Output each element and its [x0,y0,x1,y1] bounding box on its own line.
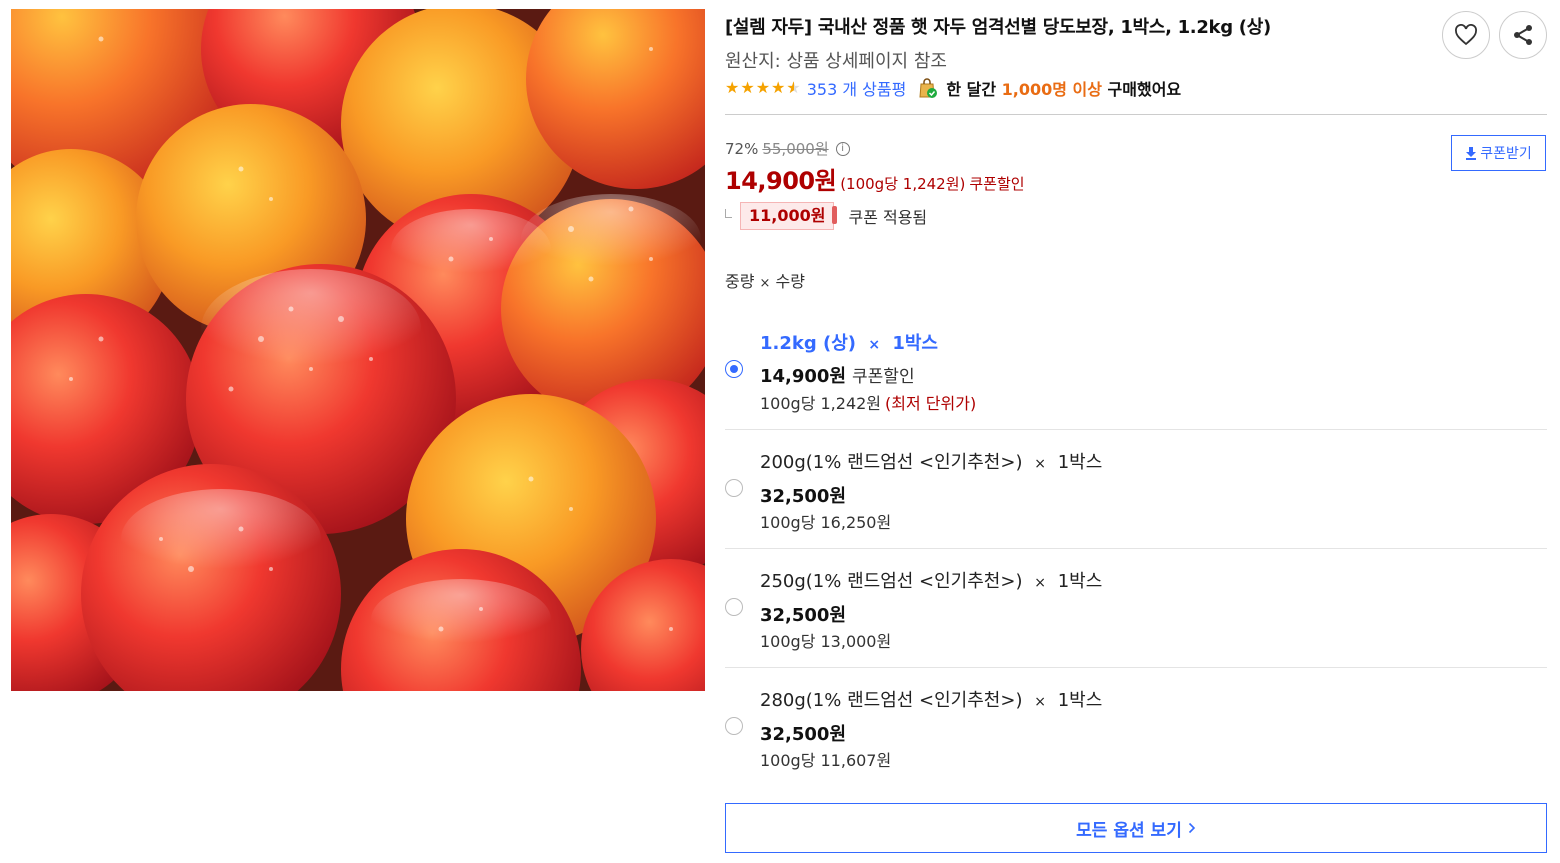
option-unit: 100g당 13,000원 [760,628,891,652]
option-header: 중량 × 수량 [725,268,805,292]
download-icon [1466,146,1477,160]
purchase-count: 한 달간 1,000명 이상 구매했어요 [946,76,1181,100]
option-price-value: 32,500원 [760,486,847,507]
option-item[interactable]: 280g(1% 랜드엄선 <인기추천>) × 1박스 32,500원 100g당… [725,668,1547,786]
coupon-discount-label: 쿠폰할인 [969,175,1025,193]
option-name: 200g(1% 랜드엄선 <인기추천>) × 1박스 [760,448,1102,474]
coupon-download-label: 쿠폰받기 [1480,146,1532,162]
coupon-row: 11,000원 쿠폰 적용됨 [725,202,927,230]
chevron-right-icon [1188,822,1195,834]
review-count-link[interactable]: 353 개 상품평 [807,76,907,100]
view-all-options-button[interactable]: 모든 옵션 보기 [725,803,1547,853]
product-title: [설렘 자두] 국내산 정품 햇 자두 엄격선별 당도보장, 1박스, 1.2k… [725,17,1271,38]
option-price-value: 14,900원 [760,366,847,387]
original-price: 55,000원 [762,140,829,158]
product-origin: 원산지: 상품 상세페이지 참조 [725,51,947,72]
purchase-prefix: 한 달간 [946,80,997,99]
coupon-applied-text: 쿠폰 적용됨 [848,208,928,227]
coupon-download-button[interactable]: 쿠폰받기 [1451,135,1546,171]
coupon-amount-tag: 11,000원 [740,202,838,230]
option-lowest-note: (최저 단위가) [885,394,977,413]
product-info: [설렘 자두] 국내산 정품 햇 자두 엄격선별 당도보장, 1박스, 1.2k… [725,0,1547,863]
sale-price: 14,900원 [725,167,837,195]
option-name-text: 200g(1% 랜드엄선 <인기추천>) [760,452,1023,473]
option-name: 250g(1% 랜드엄선 <인기추천>) × 1박스 [760,567,1102,593]
option-count: 1박스 [1057,452,1103,473]
view-all-label: 모든 옵션 보기 [1076,820,1182,841]
share-button[interactable] [1499,11,1547,59]
option-radio[interactable] [725,598,743,616]
option-price-value: 32,500원 [760,605,847,626]
star-icon: ★ [755,78,771,97]
price-row: 14,900원 (100g당 1,242원) 쿠폰할인 [725,161,1025,196]
half-star-icon: ★ [786,80,800,97]
option-header-weight: 중량 [725,272,755,291]
purchase-suffix: 구매했어요 [1107,80,1182,99]
option-radio[interactable] [725,479,743,497]
option-times: × [1034,456,1046,472]
option-count: 1박스 [1057,690,1103,711]
option-item[interactable]: 1.2kg (상) × 1박스 14,900원 쿠폰할인 100g당 1,242원… [725,311,1547,430]
favorite-button[interactable] [1442,11,1490,59]
discount-rate: 72% [725,139,759,158]
star-icon: ★ [725,78,740,97]
discount-row: 72% 55,000원 i [725,138,850,159]
star-icon: ★ [771,78,786,97]
info-icon[interactable]: i [835,141,850,156]
product-image[interactable] [11,9,705,691]
plums-photo [11,9,705,691]
option-price: 14,900원 쿠폰할인 [760,362,915,388]
option-item[interactable]: 250g(1% 랜드엄선 <인기추천>) × 1박스 32,500원 100g당… [725,549,1547,668]
unit-price: (100g당 1,242원) [840,175,966,193]
option-unit: 100g당 1,242원 (최저 단위가) [760,390,976,414]
divider [725,114,1547,115]
star-icon: ★ [740,78,755,97]
option-name: 280g(1% 랜드엄선 <인기추천>) × 1박스 [760,686,1102,712]
option-name: 1.2kg (상) × 1박스 [760,329,938,355]
option-unit: 100g당 11,607원 [760,747,891,771]
option-price: 32,500원 [760,720,846,746]
option-times: × [1034,694,1046,710]
option-unit-price: 100g당 11,607원 [760,751,892,770]
option-unit-price: 100g당 1,242원 [760,394,882,413]
option-item[interactable]: 200g(1% 랜드엄선 <인기추천>) × 1박스 32,500원 100g당… [725,430,1547,549]
option-list: 1.2kg (상) × 1박스 14,900원 쿠폰할인 100g당 1,242원… [725,311,1547,786]
option-radio[interactable] [725,717,743,735]
rating-row: ★ ★ ★ ★ ★ 353 개 상품평 한 달간 1,000명 이상 구매했어요 [725,76,1181,100]
heart-icon [1455,24,1477,46]
purchase-highlight: 1,000명 이상 [1001,80,1102,99]
option-unit-price: 100g당 16,250원 [760,513,892,532]
option-unit-price: 100g당 13,000원 [760,632,892,651]
option-count: 1박스 [1057,571,1103,592]
option-radio[interactable] [725,360,743,378]
option-times: × [1034,575,1046,591]
option-price: 32,500원 [760,601,846,627]
option-name-text: 1.2kg (상) [760,333,857,354]
option-price-note: 쿠폰할인 [852,367,915,387]
option-name-text: 280g(1% 랜드엄선 <인기추천>) [760,690,1023,711]
option-times: × [868,337,881,353]
corner-mark [725,208,732,218]
option-unit: 100g당 16,250원 [760,509,891,533]
option-count: 1박스 [892,333,938,354]
option-header-quantity: 수량 [775,272,805,291]
shopping-bag-check-icon [916,77,938,99]
option-price: 32,500원 [760,482,846,508]
option-name-text: 250g(1% 랜드엄선 <인기추천>) [760,571,1023,592]
option-header-times: × [759,276,771,291]
share-icon [1514,25,1532,45]
rating-stars[interactable]: ★ ★ ★ ★ ★ [725,78,801,97]
option-price-value: 32,500원 [760,724,847,745]
